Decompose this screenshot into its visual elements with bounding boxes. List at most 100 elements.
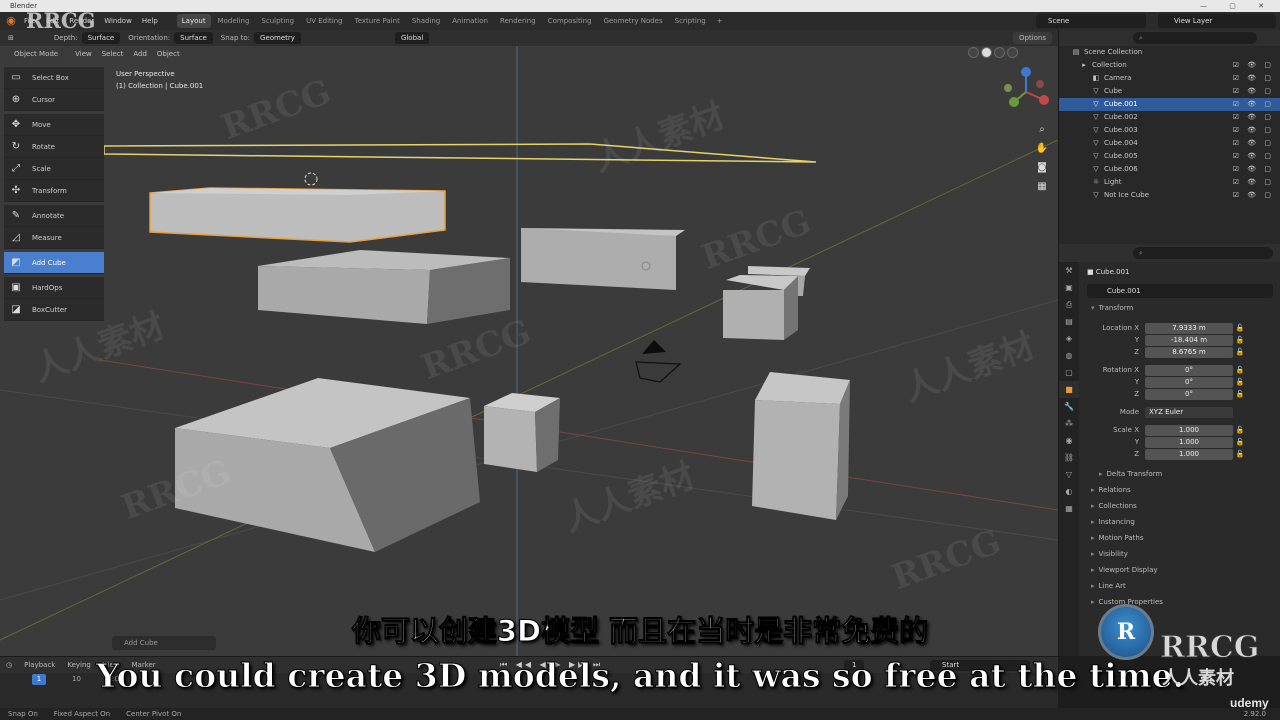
tab-uv-editing[interactable]: UV Editing	[301, 14, 348, 28]
scene-tab-icon[interactable]: ◈	[1059, 330, 1079, 347]
snap-to-dropdown[interactable]: Geometry	[254, 32, 301, 44]
outliner-row-not-ice-cube[interactable]: ▽ Not Ice Cube ☑ 👁 ▢	[1059, 189, 1280, 202]
data-tab-icon[interactable]: ▽	[1059, 466, 1079, 483]
tool-rotate[interactable]: ↻ Rotate	[4, 136, 104, 158]
scene-selector[interactable]: Scene	[1036, 14, 1146, 28]
lock-icon[interactable]: 🔓	[1233, 324, 1247, 332]
visibility-toggles[interactable]: ☑ 👁 ▢	[1233, 163, 1274, 176]
tool-add-cube[interactable]: ◩ Add Cube	[4, 252, 104, 274]
tool-scale[interactable]: ⤢ Scale	[4, 158, 104, 180]
visibility-toggles[interactable]: ☑ 👁 ▢	[1233, 137, 1274, 150]
lock-icon[interactable]: 🔓	[1233, 390, 1247, 398]
visibility-toggles[interactable]: ☑ 👁 ▢	[1233, 176, 1274, 189]
tool-select-box[interactable]: ▭ Select Box	[4, 67, 104, 89]
collection-tab-icon[interactable]: ▢	[1059, 364, 1079, 381]
menu-help[interactable]: Help	[137, 12, 163, 30]
location-z-field[interactable]: 8.6765 m	[1145, 346, 1233, 358]
visibility-toggles[interactable]: ☑ 👁 ▢	[1233, 124, 1274, 137]
menu-window[interactable]: Window	[99, 12, 137, 30]
outliner-row-cube-001[interactable]: ▽ Cube.001 ☑ 👁 ▢	[1059, 98, 1280, 111]
outliner-row-cube-003[interactable]: ▽ Cube.003 ☑ 👁 ▢	[1059, 124, 1280, 137]
rotation-z-field[interactable]: 0°	[1145, 388, 1233, 400]
menu-select[interactable]: Select	[97, 50, 129, 58]
blender-logo-icon[interactable]: ◉	[3, 13, 19, 29]
view-layer-selector[interactable]: View Layer	[1158, 14, 1276, 28]
material-shading-button[interactable]	[994, 47, 1005, 58]
outliner-row-cube-004[interactable]: ▽ Cube.004 ☑ 👁 ▢	[1059, 137, 1280, 150]
section-visibility[interactable]: ▸ Visibility	[1081, 546, 1280, 562]
visibility-toggles[interactable]: ☑ 👁 ▢	[1233, 150, 1274, 163]
outliner-row-scene-collection[interactable]: ▤ Scene Collection	[1059, 46, 1280, 59]
lock-icon[interactable]: 🔓	[1233, 426, 1247, 434]
output-tab-icon[interactable]: ⎙	[1059, 296, 1079, 313]
window-controls[interactable]: — ▢ ✕	[1200, 0, 1274, 12]
properties-search-input[interactable]: ⌕	[1133, 247, 1273, 259]
tab-texture-paint[interactable]: Texture Paint	[350, 14, 405, 28]
outliner-search-input[interactable]: ⌕	[1133, 32, 1257, 44]
lock-icon[interactable]: 🔓	[1233, 366, 1247, 374]
visibility-toggles[interactable]: ☑ 👁 ▢	[1233, 59, 1274, 72]
rotation-x-field[interactable]: 0°	[1145, 364, 1233, 376]
camera-view-icon[interactable]: ◙	[1034, 160, 1050, 176]
depth-dropdown[interactable]: Surface	[81, 32, 121, 44]
lock-icon[interactable]: 🔓	[1233, 336, 1247, 344]
outliner-row-light[interactable]: ☼ Light ☑ 👁 ▢	[1059, 176, 1280, 189]
section-motion-paths[interactable]: ▸ Motion Paths	[1081, 530, 1280, 546]
lock-icon[interactable]: 🔓	[1233, 378, 1247, 386]
tool-move[interactable]: ✥ Move	[4, 114, 104, 136]
3d-viewport[interactable]	[0, 46, 1058, 656]
object-tab-icon[interactable]: ■	[1059, 381, 1079, 398]
tab-geometry-nodes[interactable]: Geometry Nodes	[599, 14, 668, 28]
outliner-row-collection[interactable]: ▸ Collection ☑ 👁 ▢	[1059, 59, 1280, 72]
tool-cursor[interactable]: ⊕ Cursor	[4, 89, 104, 111]
tab-compositing[interactable]: Compositing	[543, 14, 597, 28]
outliner-row-cube[interactable]: ▽ Cube ☑ 👁 ▢	[1059, 85, 1280, 98]
section-transform[interactable]: ▾ Transform	[1081, 300, 1280, 316]
tool-icon[interactable]: ⊞	[0, 34, 18, 42]
transform-orientation-dropdown[interactable]: Global	[394, 32, 430, 44]
tool-tab-icon[interactable]: ⚒	[1059, 262, 1079, 279]
tab-scripting[interactable]: Scripting	[670, 14, 711, 28]
tool-annotate[interactable]: ✎ Annotate	[4, 205, 104, 227]
pan-hand-icon[interactable]: ✋	[1034, 141, 1050, 157]
particles-tab-icon[interactable]: ⁂	[1059, 415, 1079, 432]
texture-tab-icon[interactable]: ▦	[1059, 500, 1079, 517]
object-mode-dropdown[interactable]: Object Mode	[8, 47, 65, 60]
navigation-gizmo[interactable]	[1000, 66, 1052, 118]
section-collections[interactable]: ▸ Collections	[1081, 498, 1280, 514]
tool-measure[interactable]: ◿ Measure	[4, 227, 104, 249]
tool-hardops[interactable]: ▣ HardOps	[4, 277, 104, 299]
outliner-row-camera[interactable]: ◧ Camera ☑ 👁 ▢	[1059, 72, 1280, 85]
section-instancing[interactable]: ▸ Instancing	[1081, 514, 1280, 530]
render-tab-icon[interactable]: ▣	[1059, 279, 1079, 296]
wireframe-shading-button[interactable]	[968, 47, 979, 58]
section-relations[interactable]: ▸ Relations	[1081, 482, 1280, 498]
scale-y-field[interactable]: 1.000	[1145, 436, 1233, 448]
tab-sculpting[interactable]: Sculpting	[256, 14, 299, 28]
location-x-field[interactable]: 7.9333 m	[1145, 322, 1233, 334]
section-delta-transform[interactable]: ▸ Delta Transform	[1081, 466, 1280, 482]
rotation-mode-dropdown[interactable]: XYZ Euler	[1145, 406, 1233, 418]
tab-shading[interactable]: Shading	[407, 14, 445, 28]
ortho-grid-icon[interactable]: ▦	[1034, 179, 1050, 195]
tool-transform[interactable]: ✣ Transform	[4, 180, 104, 202]
location-y-field[interactable]: -18.404 m	[1145, 334, 1233, 346]
outliner-row-cube-006[interactable]: ▽ Cube.006 ☑ 👁 ▢	[1059, 163, 1280, 176]
constraints-tab-icon[interactable]: ⛓	[1059, 449, 1079, 466]
tool-boxcutter[interactable]: ◪ BoxCutter	[4, 299, 104, 321]
menu-add[interactable]: Add	[128, 50, 152, 58]
object-name-field[interactable]: Cube.001	[1087, 284, 1273, 298]
section-line-art[interactable]: ▸ Line Art	[1081, 578, 1280, 594]
menu-object[interactable]: Object	[152, 50, 185, 58]
zoom-icon[interactable]: ⌕	[1034, 122, 1050, 138]
outliner-row-cube-005[interactable]: ▽ Cube.005 ☑ 👁 ▢	[1059, 150, 1280, 163]
world-tab-icon[interactable]: ◍	[1059, 347, 1079, 364]
scale-z-field[interactable]: 1.000	[1145, 448, 1233, 460]
lock-icon[interactable]: 🔓	[1233, 450, 1247, 458]
rendered-shading-button[interactable]	[1007, 47, 1018, 58]
options-button[interactable]: Options	[1012, 32, 1052, 44]
orientation-dropdown[interactable]: Surface	[174, 32, 213, 44]
solid-shading-button[interactable]	[981, 47, 992, 58]
view-layer-tab-icon[interactable]: ▤	[1059, 313, 1079, 330]
tab-animation[interactable]: Animation	[447, 14, 493, 28]
